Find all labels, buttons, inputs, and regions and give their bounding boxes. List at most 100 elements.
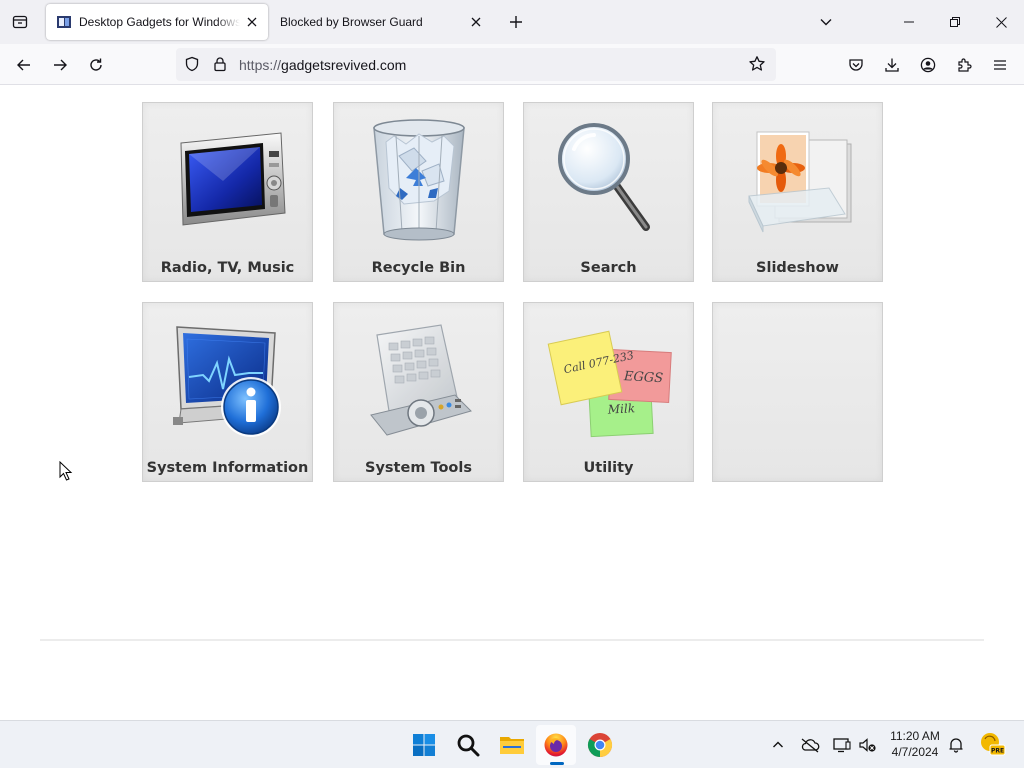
firefox-view-button[interactable]	[6, 8, 34, 36]
taskbar-clock[interactable]: 11:20 AM 4/7/2024	[880, 728, 950, 760]
gadget-label: Slideshow	[756, 260, 839, 276]
close-window-button[interactable]	[978, 0, 1024, 44]
windows-start-icon	[413, 734, 435, 756]
magnifier-icon	[557, 122, 650, 231]
file-explorer-icon	[500, 737, 524, 754]
note-pink-text: EGGS	[622, 369, 663, 386]
tab-title: Blocked by Browser Guard	[280, 15, 423, 29]
show-hidden-icons-button[interactable]	[766, 733, 790, 757]
search-icon	[457, 734, 480, 757]
gadget-label: System Tools	[365, 460, 472, 476]
minimize-icon	[904, 21, 914, 23]
app-menu-button[interactable]	[985, 50, 1015, 80]
monitor-icon	[833, 738, 851, 753]
puzzle-piece-icon	[958, 58, 972, 72]
gadget-label: Recycle Bin	[371, 260, 466, 276]
notifications-button[interactable]	[944, 733, 968, 757]
recycle-bin-icon	[372, 119, 465, 241]
gadget-tile-search[interactable]: Search	[523, 102, 694, 282]
bell-icon	[949, 738, 963, 753]
preview-build-badge[interactable]: PRE	[978, 730, 1006, 758]
volume-tray-button[interactable]	[856, 733, 880, 757]
back-button[interactable]	[9, 50, 39, 80]
chevron-down-icon	[820, 19, 832, 26]
plus-icon	[510, 16, 522, 28]
list-all-tabs-button[interactable]	[812, 8, 840, 36]
onedrive-tray-button[interactable]	[798, 733, 822, 757]
system-tools-icon	[369, 323, 472, 436]
firefox-taskbar-button[interactable]	[536, 725, 576, 765]
hamburger-menu-icon	[994, 60, 1006, 70]
lock-icon[interactable]	[212, 56, 228, 72]
minimize-button[interactable]	[886, 0, 932, 44]
file-explorer-button[interactable]	[492, 725, 532, 765]
extensions-button[interactable]	[949, 50, 979, 80]
gadgets-favicon-icon	[57, 16, 71, 28]
bookmark-star-icon[interactable]	[748, 55, 766, 73]
gadget-tile-system-information[interactable]: System Information	[142, 302, 313, 482]
url-host: gadgetsrevived.com	[281, 57, 407, 73]
active-app-indicator	[550, 762, 564, 765]
downloads-button[interactable]	[877, 50, 907, 80]
gadget-tile-empty[interactable]	[712, 302, 883, 482]
chevron-up-icon	[773, 741, 783, 748]
gadget-tile-radio-tv-music[interactable]: Radio, TV, Music	[142, 102, 313, 282]
slideshow-icon	[747, 131, 851, 233]
restore-icon	[950, 17, 960, 27]
page-content: Radio, TV, Music Recycle Bin Search Slid…	[0, 85, 1024, 720]
gadget-tile-recycle-bin[interactable]: Recycle Bin	[333, 102, 504, 282]
gadget-label: Search	[580, 260, 637, 276]
tab-desktop-gadgets[interactable]: Desktop Gadgets for Windows 11	[46, 4, 268, 40]
forward-button[interactable]	[45, 50, 75, 80]
gadget-tile-utility[interactable]: Milk EGGS Call 077-233 Utility	[523, 302, 694, 482]
restore-button[interactable]	[932, 0, 978, 44]
account-icon	[920, 57, 936, 73]
account-button[interactable]	[913, 50, 943, 80]
tracking-protection-shield-icon[interactable]	[184, 56, 200, 72]
address-bar[interactable]: https://gadgetsrevived.com	[176, 48, 776, 81]
close-icon	[247, 17, 257, 27]
radio-tv-music-icon	[179, 132, 286, 226]
new-tab-button[interactable]	[502, 8, 530, 36]
reload-button[interactable]	[81, 50, 111, 80]
tab-blocked-browser-guard[interactable]: Blocked by Browser Guard	[270, 4, 492, 40]
arrow-right-icon	[54, 59, 67, 71]
tab-title: Desktop Gadgets for Windows 11	[79, 15, 240, 29]
tab-strip: Desktop Gadgets for Windows 11 Blocked b…	[0, 0, 1024, 44]
arrow-left-icon	[17, 59, 30, 71]
url-scheme: https://	[239, 57, 282, 73]
start-button[interactable]	[404, 725, 444, 765]
gadget-label: Utility	[583, 460, 634, 476]
pocket-icon	[849, 59, 863, 71]
speaker-muted-icon	[859, 738, 876, 752]
cloud-offline-icon	[801, 738, 820, 753]
chrome-taskbar-button[interactable]	[580, 725, 620, 765]
preview-badge-text: PRE	[991, 748, 1004, 755]
gadget-tile-slideshow[interactable]: Slideshow	[712, 102, 883, 282]
clock-date: 4/7/2024	[891, 745, 939, 759]
close-tab-button[interactable]	[240, 10, 264, 34]
taskbar-search-button[interactable]	[448, 725, 488, 765]
note-green-text: Milk	[606, 401, 635, 416]
pocket-button[interactable]	[841, 50, 871, 80]
reload-icon	[90, 58, 102, 71]
divider	[40, 639, 984, 641]
close-tab-button[interactable]	[464, 10, 488, 34]
close-icon	[995, 16, 1007, 28]
sticky-notes-icon: Milk EGGS Call 077-233	[547, 330, 672, 438]
download-icon	[885, 58, 899, 72]
tab-list-icon	[12, 15, 28, 29]
gadget-label: System Information	[146, 460, 309, 476]
url-text[interactable]: https://gadgetsrevived.com	[239, 57, 406, 73]
navigation-toolbar: https://gadgetsrevived.com	[0, 44, 1024, 85]
firefox-icon	[544, 733, 568, 757]
system-information-icon	[172, 325, 281, 437]
clock-time: 11:20 AM	[890, 729, 940, 743]
close-icon	[471, 17, 481, 27]
chrome-icon	[587, 733, 613, 757]
display-tray-button[interactable]	[830, 733, 854, 757]
gadget-tile-system-tools[interactable]: System Tools	[333, 302, 504, 482]
windows-taskbar: 11:20 AM 4/7/2024 PRE	[0, 720, 1024, 768]
insider-preview-icon: PRE	[981, 733, 1006, 756]
gadget-label: Radio, TV, Music	[160, 260, 295, 276]
